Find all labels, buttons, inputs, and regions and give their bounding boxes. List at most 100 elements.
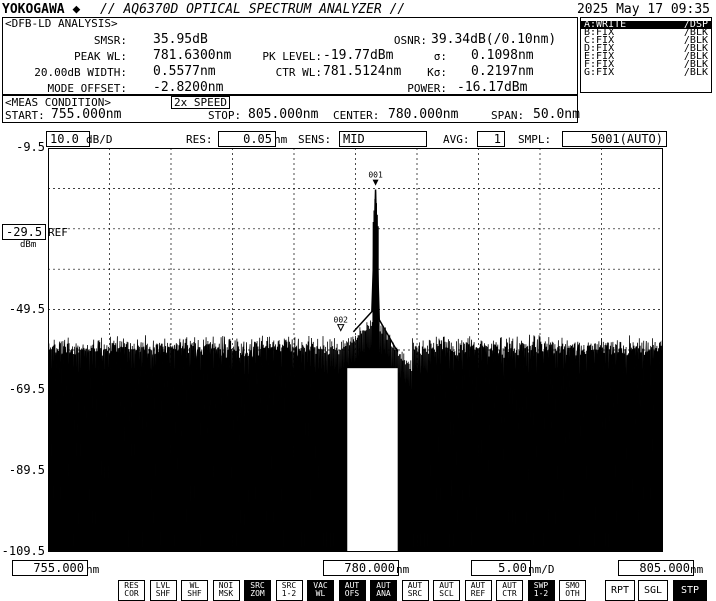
span-div-field[interactable]: 5.00: [471, 560, 531, 576]
span-div-unit: nm/D: [528, 563, 555, 576]
start-wl-field[interactable]: 755.000: [12, 560, 88, 576]
y-tick-label: -49.5: [8, 301, 45, 316]
sigma-label: σ:: [433, 50, 447, 63]
stop-value: 805.000nm: [248, 107, 319, 122]
scale-unit: dB/D: [86, 133, 113, 146]
width-value: 0.5577nm: [153, 64, 216, 79]
avg-field[interactable]: 1: [477, 131, 505, 147]
softkey-aut-ana[interactable]: AUT ANA: [370, 580, 397, 601]
marker-label: 002: [334, 316, 349, 325]
softkey-line2: OFS: [344, 589, 360, 598]
y-tick-label: -9.5: [16, 140, 45, 154]
res-label: RES:: [186, 133, 213, 146]
stop-label: STOP:: [208, 109, 242, 122]
power-label: POWER:: [407, 82, 447, 95]
pk-level-label: PK LEVEL:: [262, 50, 322, 63]
softkey-wl-shf[interactable]: WL SHF: [181, 580, 208, 601]
avg-label: AVG:: [443, 133, 470, 146]
smsr-value: 35.95dB: [153, 32, 208, 47]
smpl-label: SMPL:: [518, 133, 552, 146]
softkey-line2: SHF: [155, 589, 171, 598]
trace-list: A:WRITE/DSP B:FIX/BLK C:FIX/BLK D:FIX/BLK E:…: [580, 17, 712, 93]
ref-unit: dBm: [20, 240, 37, 250]
y-tick-label: -89.5: [8, 463, 45, 478]
smsr-label: SMSR:: [93, 34, 127, 47]
softkey-line2: REF: [470, 589, 486, 598]
mode-offset-value: -2.8200nm: [153, 80, 224, 95]
model-title: // AQ6370D OPTICAL SPECTRUM ANALYZER //: [100, 2, 406, 17]
sens-field[interactable]: MID: [339, 131, 427, 147]
stop-wl-unit: nm: [690, 563, 704, 576]
res-field[interactable]: 0.05: [218, 131, 276, 147]
softkey-line2: 1-2: [281, 589, 297, 598]
softkey-line2: MSK: [218, 589, 234, 598]
softkey-aut-src[interactable]: AUT SRC: [401, 580, 429, 601]
ctr-wl-label: CTR WL:: [275, 66, 322, 79]
osnr-label: OSNR:: [393, 34, 427, 47]
softkey-line2: SCL: [439, 589, 454, 598]
speed-badge: 2x SPEED: [171, 96, 230, 109]
trace-mode: /BLK: [683, 67, 708, 78]
sens-label: SENS:: [298, 133, 332, 146]
analysis-title: <DFB-LD ANALYSIS>: [5, 17, 118, 30]
softkey-swp-1-2[interactable]: SWP 1-2: [527, 580, 555, 601]
meas-condition-panel: <MEAS CONDITION> 2x SPEED START: 755.000…: [2, 95, 580, 123]
softkey-line2: CTR: [502, 589, 517, 598]
trace-name: G:FIX: [584, 67, 615, 78]
softkey-line2: ANA: [376, 589, 391, 598]
softkey-src-zom[interactable]: SRC ZOM: [244, 580, 271, 601]
softkey-res-cor[interactable]: RES COR: [118, 580, 145, 601]
trace-item[interactable]: G:FIX/BLK: [581, 67, 711, 78]
softkey-src-1-2[interactable]: SRC 1-2: [275, 580, 303, 601]
repeat-button[interactable]: RPT: [605, 580, 635, 601]
start-wl-unit: nm: [86, 563, 100, 576]
softkey-vac-wl[interactable]: VAC WL: [307, 580, 334, 601]
span-label: SPAN:: [491, 109, 525, 122]
center-wl-unit: nm: [396, 563, 410, 576]
peak-wl-label: PEAK WL:: [74, 50, 127, 63]
stop-button[interactable]: STP: [673, 580, 707, 601]
span-value: 50.0nm: [533, 107, 580, 122]
ksigma-value: 0.2197nm: [471, 64, 534, 79]
spectrum-chart[interactable]: 001 002: [48, 148, 663, 552]
scale-field[interactable]: 10.0: [46, 131, 90, 147]
marker-001-triangle: [372, 179, 379, 186]
osnr-value: 39.34dB(/0.10nm): [431, 32, 557, 47]
softkey-lvl-shf[interactable]: LVL SHF: [149, 580, 177, 601]
softkey-line2: SHF: [187, 589, 202, 598]
marker-label: 001: [368, 171, 383, 180]
y-tick-label: -109.5: [1, 544, 45, 558]
softkey-line2: OTH: [565, 589, 580, 598]
datetime: 2025 May 17 09:35: [576, 2, 710, 17]
softkey-aut-ctr[interactable]: AUT CTR: [496, 580, 523, 601]
stop-wl-field[interactable]: 805.000: [618, 560, 694, 576]
res-unit: nm: [274, 133, 288, 146]
softkey-line2: 1-2: [533, 589, 549, 598]
marker-002-triangle: [336, 324, 345, 332]
single-button[interactable]: SGL: [638, 580, 668, 601]
center-wl-field[interactable]: 780.000: [323, 560, 399, 576]
y-tick-label: -69.5: [8, 382, 45, 397]
analysis-panel: <DFB-LD ANALYSIS> SMSR: 35.95dB PEAK WL:…: [2, 17, 578, 95]
softkey-line2: ZOM: [250, 589, 265, 598]
ctr-wl-value: 781.5124nm: [323, 64, 402, 79]
softkey-smo-oth[interactable]: SMO OTH: [559, 580, 586, 601]
softkey-aut-ofs[interactable]: AUT OFS: [338, 580, 366, 601]
smpl-field[interactable]: 5001(AUTO): [562, 131, 667, 147]
softkey-line2: WL: [315, 589, 326, 598]
mode-offset-label: MODE OFFSET:: [47, 82, 127, 95]
softkey-line2: SRC: [407, 589, 423, 598]
peak-wl-value: 781.6300nm: [153, 48, 232, 63]
center-label: CENTER:: [333, 109, 380, 122]
softkey-aut-ref[interactable]: AUT REF: [464, 580, 492, 601]
softkey-noi-msk[interactable]: NOI MSK: [212, 580, 240, 601]
pk-level-value: -19.77dBm: [323, 48, 394, 63]
center-value: 780.000nm: [388, 107, 459, 122]
start-label: START:: [5, 109, 45, 122]
softkey-aut-scl[interactable]: AUT SCL: [433, 580, 460, 601]
brand-logo: YOKOGAWA ◆: [2, 2, 81, 17]
trace-gap: [347, 368, 398, 552]
start-value: 755.000nm: [51, 107, 122, 122]
ref-level-field[interactable]: -29.5: [2, 224, 46, 240]
sigma-value: 0.1098nm: [471, 48, 534, 63]
